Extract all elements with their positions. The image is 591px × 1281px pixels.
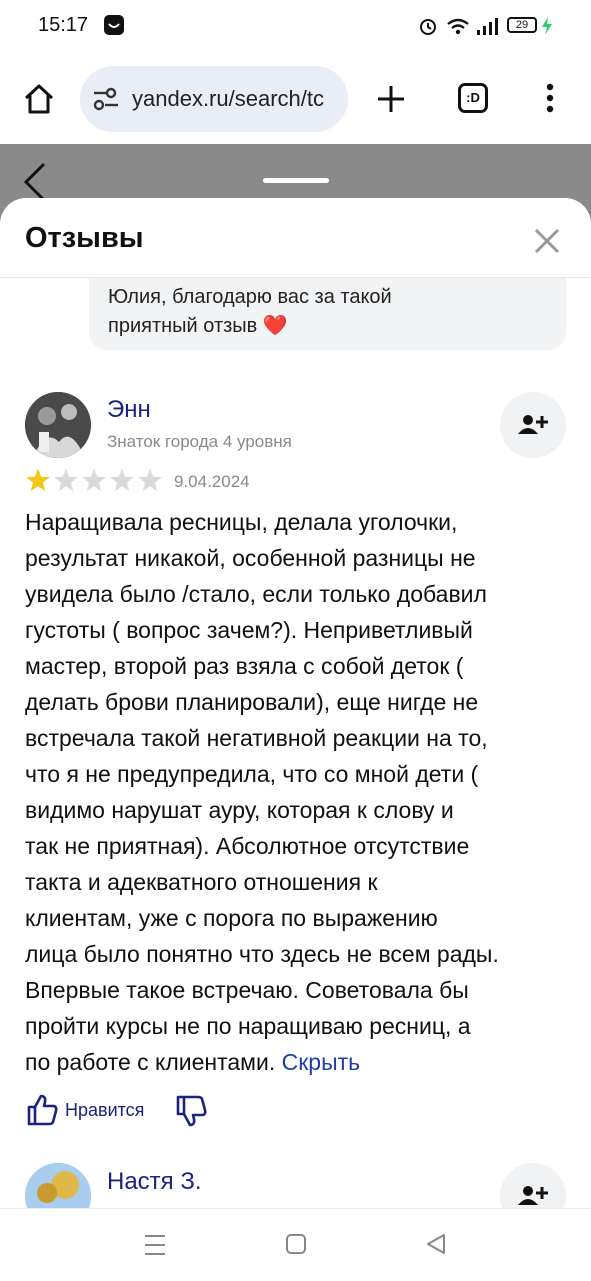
address-bar[interactable]: yandex.ru/search/tc xyxy=(80,66,348,132)
reply-line: приятный отзыв ❤️ xyxy=(108,315,288,337)
review-line: мастер, второй раз взяла с собой деток ( xyxy=(25,653,464,679)
reviewer-name[interactable]: Настя З. xyxy=(107,1168,202,1196)
review-line: такта и адекватного отношения к xyxy=(25,869,378,895)
review-text: Наращивала ресницы, делала уголочки, резу… xyxy=(25,504,570,1080)
review-line: пройти курсы не по наращиваю ресниц, а xyxy=(25,1013,471,1039)
reviews-sheet: Отзывы Юлия, благодарю вас за такой прия… xyxy=(0,198,591,1208)
reply-text: Юлия, благодарю вас за такой приятный от… xyxy=(108,283,538,341)
star-empty-icon xyxy=(82,468,106,492)
site-settings-icon[interactable] xyxy=(92,86,120,117)
star-empty-icon xyxy=(54,468,78,492)
close-icon[interactable] xyxy=(534,228,560,259)
app-notification-icon xyxy=(104,15,124,35)
menu-dots-icon[interactable] xyxy=(544,82,556,119)
review-lines: Наращивала ресницы, делала уголочки, резу… xyxy=(25,504,570,1044)
wifi-icon xyxy=(446,16,470,41)
reviewer-level: Знаток города 4 уровня xyxy=(107,432,292,451)
add-user-icon xyxy=(518,1186,548,1205)
url-text: yandex.ru/search/tc xyxy=(132,86,324,111)
review-line: увидела было /стало, если только добавил xyxy=(25,581,487,607)
tabs-switcher-icon[interactable]: :D xyxy=(458,83,488,113)
follow-button[interactable] xyxy=(500,392,566,458)
avatar[interactable] xyxy=(25,392,91,458)
back-nav-icon[interactable] xyxy=(425,1233,447,1260)
review-line: лица было понятно что здесь не всем рады… xyxy=(25,941,499,967)
reviewer-name[interactable]: Энн xyxy=(107,396,151,424)
sheet-drag-handle[interactable] xyxy=(263,178,329,183)
star-empty-icon xyxy=(110,468,134,492)
review-line: встречала такой негативной реакции на то… xyxy=(25,725,488,751)
avatar[interactable] xyxy=(25,1163,91,1208)
status-time: 15:17 xyxy=(38,14,89,36)
review-line: видимо нарушат ауру, которая к слову и xyxy=(25,797,454,823)
owner-reply: Юлия, благодарю вас за такой приятный от… xyxy=(89,278,566,350)
browser-toolbar: yandex.ru/search/tc :D xyxy=(0,52,591,144)
review-line: Наращивала ресницы, делала уголочки, xyxy=(25,509,458,535)
review-line: по работе с клиентами. xyxy=(25,1049,276,1075)
review-line: так не приятная). Абсолютное отсутствие xyxy=(25,833,470,859)
add-user-icon xyxy=(518,415,548,434)
review-line: что я не предупредила, что со мной дети … xyxy=(25,761,479,787)
review-line: результат никакой, особенной разницы не xyxy=(25,545,476,571)
review-line: густоты ( вопрос зачем?). Неприветливый xyxy=(25,617,473,643)
home-nav-icon[interactable] xyxy=(285,1233,307,1260)
recent-apps-icon[interactable] xyxy=(143,1233,167,1262)
star-filled-icon xyxy=(26,468,50,492)
like-button[interactable]: Нравится xyxy=(25,1092,144,1128)
status-bar: 15:17 29 xyxy=(0,0,591,52)
review-line: клиентам, уже с порога по выражению xyxy=(25,905,438,931)
like-label: Нравится xyxy=(65,1099,145,1120)
thumbs-up-icon xyxy=(27,1094,58,1126)
battery-icon: 29 xyxy=(507,17,537,33)
reply-line: Юлия, благодарю вас за такой xyxy=(108,286,392,308)
follow-button[interactable] xyxy=(500,1163,566,1208)
review-last-line: по работе с клиентами. Скрыть xyxy=(25,1044,570,1080)
review-date: 9.04.2024 xyxy=(174,472,250,491)
home-icon[interactable] xyxy=(22,82,56,121)
system-nav-bar xyxy=(0,1208,591,1281)
star-rating xyxy=(25,468,165,499)
signal-icon xyxy=(476,16,500,41)
dislike-button[interactable] xyxy=(174,1094,208,1133)
star-empty-icon xyxy=(138,468,162,492)
avatar-photo xyxy=(25,392,91,458)
hide-link[interactable]: Скрыть xyxy=(282,1049,361,1075)
charging-icon xyxy=(540,16,554,41)
review-line: делать брови планировали), еще нигде не xyxy=(25,689,479,715)
new-tab-icon[interactable] xyxy=(376,84,406,119)
thumbs-down-icon xyxy=(176,1095,207,1127)
avatar-photo xyxy=(25,1163,91,1208)
sheet-title: Отзывы xyxy=(25,222,144,254)
review-line: Впервые такое встречаю. Советовала бы xyxy=(25,977,469,1003)
alarm-icon xyxy=(418,16,438,41)
